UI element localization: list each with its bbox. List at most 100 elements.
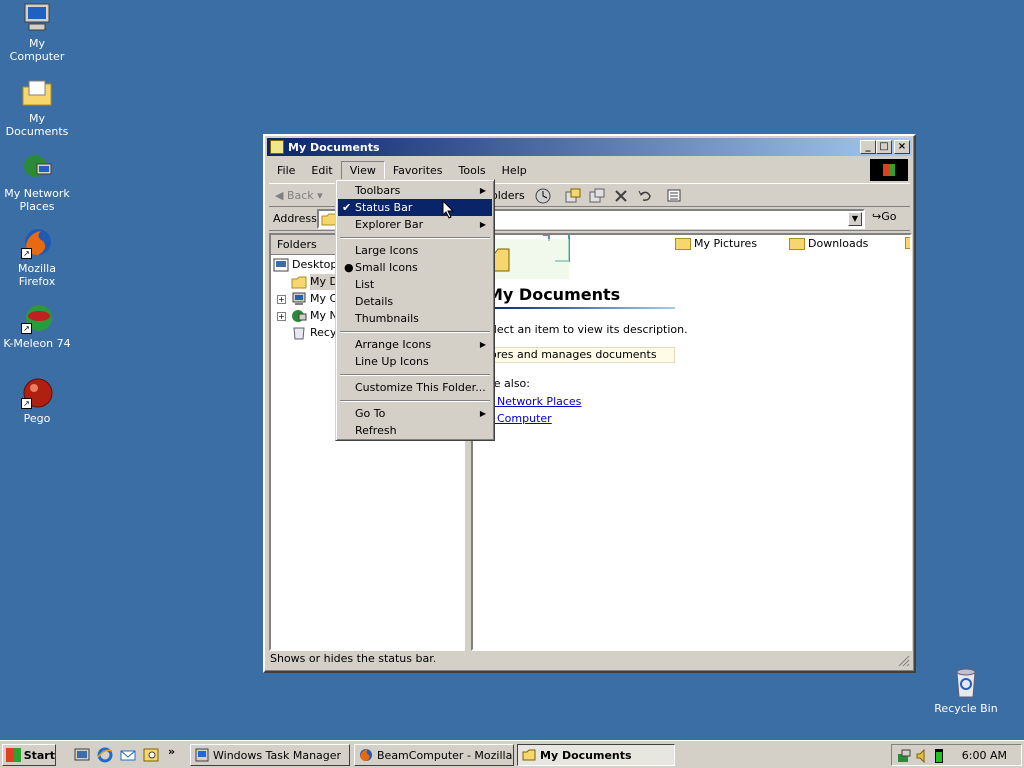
address-label: Address <box>273 212 317 225</box>
menu-item-details[interactable]: Details <box>338 293 492 310</box>
maximize-button[interactable]: □ <box>876 140 892 154</box>
close-button[interactable]: × <box>894 140 910 154</box>
menu-item-label: Refresh <box>355 424 397 437</box>
network-tray-icon[interactable] <box>896 748 912 764</box>
menu-item-list[interactable]: List <box>338 276 492 293</box>
menu-item-thumbnails[interactable]: Thumbnails <box>338 310 492 327</box>
menu-item-large-icons[interactable]: Large Icons <box>338 242 492 259</box>
minimize-button[interactable]: _ <box>860 140 876 154</box>
show-desktop-icon[interactable] <box>74 747 90 763</box>
menu-item-label: List <box>355 278 375 291</box>
explorer-quicklaunch-icon[interactable] <box>143 747 159 763</box>
expand-icon[interactable]: + <box>277 312 286 321</box>
radio-bullet-icon: ● <box>344 261 354 274</box>
folder-icon <box>522 749 536 761</box>
undo-icon[interactable] <box>637 188 653 204</box>
recycle-bin-icon <box>950 667 982 699</box>
link-my-network-places[interactable]: y Network Places <box>487 395 581 408</box>
content-pane: My Pictures Downloads My Documents elect… <box>471 233 912 651</box>
desktop-icon-my-documents[interactable]: My Documents <box>0 77 74 138</box>
delete-icon[interactable] <box>613 188 629 204</box>
desktop-icon-label: My Network Places <box>4 187 70 213</box>
desktop-icon-kmeleon[interactable]: ↗ K-Meleon 74 <box>0 302 74 350</box>
task-windows-task-manager[interactable]: Windows Task Manager <box>190 744 350 766</box>
folder-description: elect an item to view its description. <box>487 323 688 336</box>
file-item-partial[interactable] <box>905 237 910 249</box>
menu-item-line-up-icons[interactable]: Line Up Icons <box>338 353 492 370</box>
menu-item-status-bar[interactable]: ✔ Status Bar <box>338 199 492 219</box>
task-beamcomputer-mozilla[interactable]: BeamComputer - Mozilla F... <box>354 744 514 766</box>
menu-item-label: Thumbnails <box>355 312 419 325</box>
view-menu: Toolbars ▶ ✔ Status Bar Explorer Bar ▶ L… <box>335 179 495 441</box>
clock[interactable]: 6:00 AM <box>962 749 1007 762</box>
history-icon[interactable] <box>535 188 551 204</box>
copy-to-icon[interactable] <box>589 188 605 204</box>
outlook-express-icon[interactable] <box>120 747 136 763</box>
documents-folder-icon <box>291 276 307 289</box>
title-rule <box>487 307 675 309</box>
shortcut-arrow-icon: ↗ <box>21 398 32 409</box>
file-item-label: My Pictures <box>694 237 758 250</box>
tree-item-desktop[interactable]: Desktop <box>273 257 337 273</box>
folder-note: ores and manages documents <box>487 347 675 363</box>
file-item-label: Downloads <box>808 237 869 250</box>
address-dropdown-button[interactable]: ▼ <box>848 212 862 226</box>
desktop-icon-recycle-bin[interactable]: Recycle Bin <box>929 667 1003 715</box>
file-item-downloads[interactable]: Downloads <box>789 237 868 250</box>
computer-icon <box>21 2 53 34</box>
task-my-documents[interactable]: My Documents <box>517 744 675 766</box>
network-icon <box>21 152 53 184</box>
speaker-tray-icon[interactable] <box>914 748 930 764</box>
menu-view[interactable]: View <box>340 160 385 180</box>
desktop-icon-my-computer[interactable]: My Computer <box>0 2 74 63</box>
menu-item-small-icons[interactable]: ● Small Icons <box>338 259 492 276</box>
move-to-icon[interactable] <box>565 188 581 204</box>
link-my-computer[interactable]: y Computer <box>487 412 552 425</box>
desktop-icon-pego[interactable]: ↗ Pego <box>0 377 74 425</box>
menu-tools[interactable]: Tools <box>451 162 494 179</box>
menu-favorites[interactable]: Favorites <box>385 162 451 179</box>
menu-item-label: Status Bar <box>355 201 413 214</box>
menu-help[interactable]: Help <box>494 162 535 179</box>
recycle-bin-icon <box>293 327 305 340</box>
start-button[interactable]: Start <box>2 744 56 766</box>
menu-item-toolbars[interactable]: Toolbars ▶ <box>338 182 492 199</box>
expand-icon[interactable]: + <box>277 295 286 304</box>
taskbar: Start » Windows Task Manager BeamCompute… <box>0 740 1024 768</box>
views-icon[interactable] <box>667 188 683 204</box>
desktop-icon-label: Pego <box>23 412 51 425</box>
firefox-icon: ↗ <box>21 227 53 259</box>
go-button[interactable]: ↪Go <box>872 210 896 223</box>
folders-button[interactable]: olders <box>491 187 525 205</box>
menu-edit[interactable]: Edit <box>303 162 340 179</box>
menu-item-label: Small Icons <box>355 261 418 274</box>
title-bar[interactable]: My Documents _ □ × <box>267 138 912 156</box>
quicklaunch-more-icon[interactable]: » <box>168 745 175 758</box>
task-label: BeamComputer - Mozilla F... <box>377 748 513 762</box>
menu-item-arrange-icons[interactable]: Arrange Icons ▶ <box>338 336 492 353</box>
menu-item-customize-folder[interactable]: Customize This Folder... <box>338 379 492 396</box>
shortcut-arrow-icon: ↗ <box>21 248 32 259</box>
menu-file[interactable]: File <box>269 162 303 179</box>
menu-item-refresh[interactable]: Refresh <box>338 422 492 439</box>
menu-separator <box>338 396 492 405</box>
menu-item-label: Toolbars <box>355 184 401 197</box>
pego-icon: ↗ <box>21 377 53 409</box>
internet-explorer-icon[interactable] <box>97 747 113 763</box>
task-manager-tray-icon[interactable] <box>934 748 944 764</box>
checkmark-icon: ✔ <box>342 201 352 214</box>
file-item-my-pictures[interactable]: My Pictures <box>675 237 757 250</box>
menu-separator <box>338 327 492 336</box>
desktop-icon-firefox[interactable]: ↗ Mozilla Firefox <box>0 227 74 288</box>
resize-grip-icon[interactable] <box>898 655 910 667</box>
windows-logo-icon <box>870 159 908 181</box>
back-button[interactable]: ◀ Back ▾ <box>275 187 323 205</box>
menu-item-explorer-bar[interactable]: Explorer Bar ▶ <box>338 216 492 233</box>
menu-bar: File Edit View Favorites Tools Help <box>269 159 910 181</box>
submenu-arrow-icon: ▶ <box>479 220 486 229</box>
desktop-icon <box>273 258 289 272</box>
menu-separator <box>338 233 492 242</box>
desktop-icon-my-network-places[interactable]: My Network Places <box>0 152 74 213</box>
desktop-icon-label: K-Meleon 74 <box>3 337 71 350</box>
menu-item-go-to[interactable]: Go To ▶ <box>338 405 492 422</box>
